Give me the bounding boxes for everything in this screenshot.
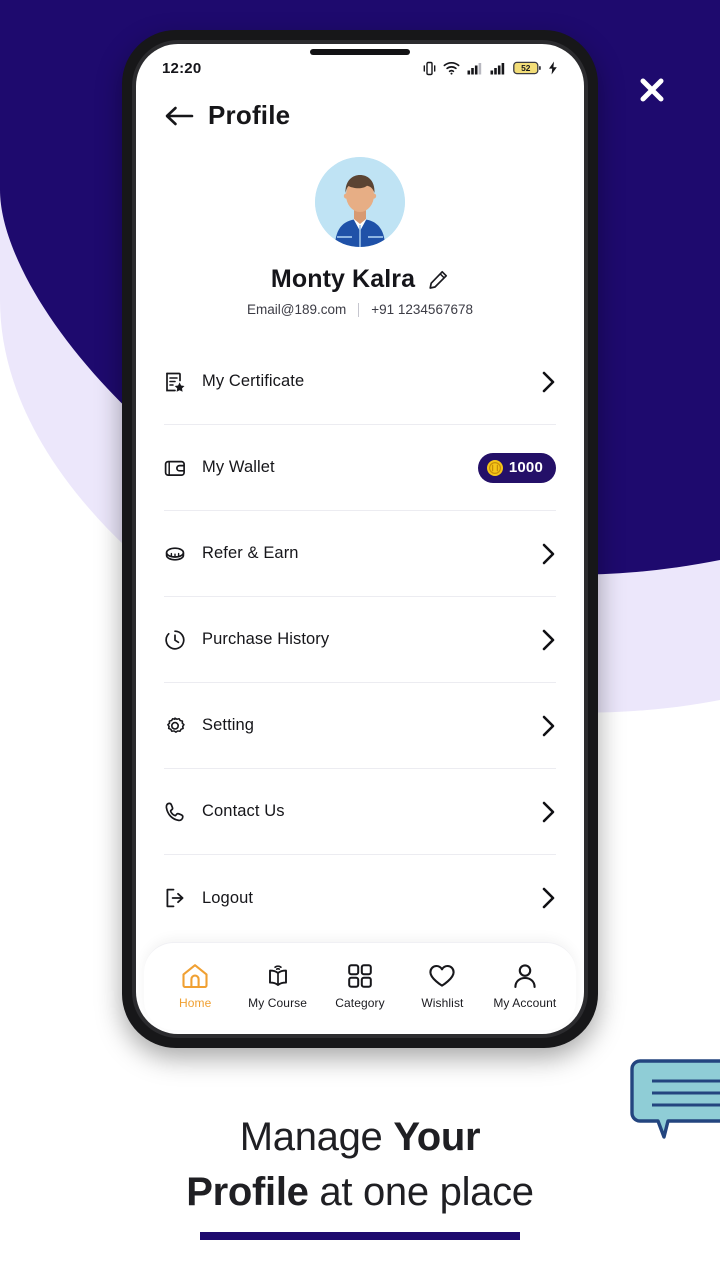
avatar[interactable] — [315, 157, 405, 247]
menu-item-label: Contact Us — [202, 802, 285, 820]
close-button[interactable] — [628, 66, 676, 114]
edit-pencil-icon — [429, 270, 448, 289]
nav-item-home[interactable]: Home — [154, 963, 236, 1010]
chevron-right-icon — [540, 370, 556, 394]
chevron-right-icon — [540, 542, 556, 566]
menu-item-purchase-history[interactable]: Purchase History — [164, 597, 556, 683]
logout-icon — [164, 887, 198, 909]
edit-profile-button[interactable] — [427, 269, 449, 291]
status-icon-group: 52 — [423, 61, 558, 76]
nav-item-label: Home — [178, 996, 212, 1010]
menu-item-label: Purchase History — [202, 630, 330, 648]
phone-icon — [164, 801, 198, 823]
app-bar: Profile — [136, 86, 584, 137]
chevron-right-icon — [540, 800, 556, 824]
caption-underline — [200, 1232, 520, 1240]
contact-divider — [358, 302, 360, 317]
chevron-right-icon — [540, 714, 556, 738]
menu-item-setting[interactable]: Setting — [164, 683, 556, 769]
certificate-icon — [164, 371, 198, 393]
vibrate-icon — [423, 61, 436, 75]
menu-item-label: Logout — [202, 888, 254, 907]
profile-name-row: Monty Kalra — [271, 265, 449, 294]
wallet-balance-value: 1000 — [508, 459, 543, 476]
profile-menu-list: My Certificate My Wallet 1000 Refer & Ea… — [136, 339, 584, 941]
menu-item-label: Refer & Earn — [202, 544, 299, 562]
nav-item-wishlist[interactable]: Wishlist — [401, 963, 483, 1010]
profile-email: Email@189.com — [247, 302, 347, 317]
book-wifi-icon — [268, 965, 287, 986]
signal-icon — [490, 62, 505, 74]
charging-bolt-icon — [549, 61, 557, 75]
home-icon — [182, 964, 208, 989]
caption-line2-bold: Profile — [186, 1170, 309, 1214]
caption-line1-bold: Your — [393, 1115, 481, 1159]
nav-item-my-course[interactable]: My Course — [236, 963, 318, 1010]
close-icon — [640, 78, 664, 102]
person-icon — [514, 964, 536, 989]
menu-item-my-wallet[interactable]: My Wallet 1000 — [164, 425, 556, 511]
menu-item-my-certificate[interactable]: My Certificate — [164, 339, 556, 425]
nav-item-my-account[interactable]: My Account — [484, 963, 566, 1010]
battery-level-text: 52 — [521, 63, 531, 73]
caption-line2-plain: at one place — [308, 1170, 534, 1214]
wallet-icon — [164, 457, 198, 479]
clock-history-icon — [164, 629, 198, 651]
wallet-balance-badge[interactable]: 1000 — [477, 452, 556, 483]
phone-screen: 12:20 52 Profile Monty Kalra Email@189.c… — [136, 44, 584, 1034]
menu-item-logout[interactable]: Logout — [164, 855, 556, 941]
status-time: 12:20 — [162, 59, 202, 77]
signal-icon — [467, 62, 482, 74]
nav-item-label: My Course — [248, 996, 308, 1010]
gear-icon — [164, 715, 198, 737]
chevron-right-icon — [540, 628, 556, 652]
profile-header: Monty Kalra Email@189.com +91 1234567678 — [136, 137, 584, 317]
profile-name: Monty Kalra — [270, 265, 416, 293]
profile-phone: +91 1234567678 — [371, 302, 473, 317]
nav-item-label: Category — [335, 996, 385, 1010]
nav-item-label: My Account — [493, 996, 557, 1010]
back-arrow-icon — [165, 106, 194, 125]
caption-text: Manage Your Profile at one place — [0, 1110, 720, 1220]
heart-icon — [429, 964, 456, 987]
menu-item-contact-us[interactable]: Contact Us — [164, 769, 556, 855]
nav-item-label: Wishlist — [421, 996, 464, 1010]
coin-icon — [486, 459, 503, 476]
grid-icon — [348, 964, 372, 988]
user-avatar-illustration — [315, 157, 405, 247]
page-title: Profile — [208, 100, 291, 130]
caption-line1-plain: Manage — [239, 1115, 394, 1159]
battery-icon: 52 — [513, 61, 541, 75]
coin-icon — [164, 543, 198, 565]
menu-item-label: My Wallet — [202, 458, 275, 476]
bottom-navigation-bar: Home My Course Category Wishlist My Acco… — [144, 942, 576, 1030]
profile-contact-row: Email@189.com +91 1234567678 — [247, 302, 473, 317]
menu-item-refer-and-earn[interactable]: Refer & Earn — [164, 511, 556, 597]
back-button[interactable] — [164, 104, 194, 128]
menu-item-label: My Certificate — [202, 372, 305, 390]
earpiece-speaker — [310, 49, 410, 55]
nav-item-category[interactable]: Category — [319, 963, 401, 1010]
phone-mockup: 12:20 52 Profile Monty Kalra Email@189.c… — [122, 30, 598, 1048]
phone-bezel: 12:20 52 Profile Monty Kalra Email@189.c… — [132, 40, 588, 1038]
menu-item-label: Setting — [202, 716, 255, 734]
caption-line-2: Profile at one place — [0, 1165, 720, 1220]
caption-line-1: Manage Your — [0, 1110, 720, 1165]
wifi-icon — [443, 61, 460, 75]
chevron-right-icon — [540, 886, 556, 910]
